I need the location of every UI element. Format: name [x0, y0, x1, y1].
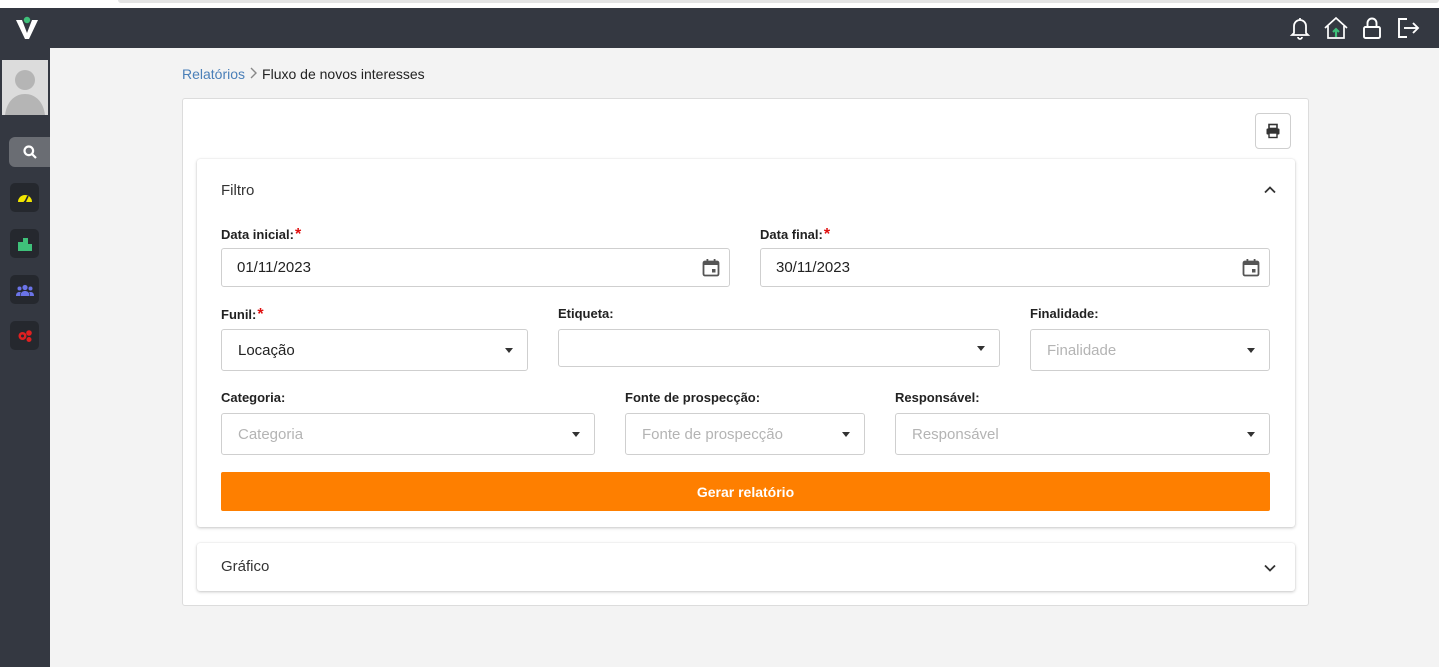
data-inicial-label: Data inicial:*: [221, 226, 302, 243]
funil-label: Funil:*: [221, 306, 264, 323]
logout-icon[interactable]: [1395, 14, 1421, 42]
etiqueta-select[interactable]: [558, 329, 1000, 367]
categoria-label: Categoria:: [221, 390, 286, 405]
settings-gears-icon[interactable]: [10, 321, 39, 350]
calendar-icon[interactable]: [1241, 258, 1261, 278]
filtro-panel: Filtro Data inicial:* 01/11/2023 Data fi…: [197, 159, 1295, 527]
caret-down-icon: [1247, 432, 1255, 437]
sidebar: [0, 48, 50, 667]
responsavel-label: Responsável:: [895, 390, 980, 405]
chevron-right-icon: [249, 66, 258, 82]
caret-down-icon: [505, 348, 513, 353]
chevron-down-icon[interactable]: [1263, 561, 1277, 575]
user-avatar[interactable]: [2, 60, 48, 115]
grafico-panel[interactable]: Gráfico: [197, 543, 1295, 591]
lock-icon[interactable]: [1359, 14, 1385, 42]
browser-top-strip: [0, 0, 1439, 8]
categoria-select[interactable]: Categoria: [221, 413, 595, 455]
report-card: Filtro Data inicial:* 01/11/2023 Data fi…: [182, 98, 1309, 606]
data-final-label: Data final:*: [760, 226, 831, 243]
dashboard-gauge-icon[interactable]: [10, 183, 39, 212]
app-logo[interactable]: [13, 14, 41, 42]
finalidade-label: Finalidade:: [1030, 306, 1099, 321]
etiqueta-label: Etiqueta:: [558, 306, 614, 321]
data-final-input[interactable]: 30/11/2023: [760, 248, 1270, 287]
data-inicial-input[interactable]: 01/11/2023: [221, 248, 730, 287]
caret-down-icon: [572, 432, 580, 437]
fonte-prospeccao-label: Fonte de prospecção:: [625, 390, 761, 405]
users-icon[interactable]: [10, 275, 39, 304]
filtro-panel-title[interactable]: Filtro: [221, 182, 254, 199]
grafico-panel-title[interactable]: Gráfico: [221, 558, 269, 575]
finalidade-select[interactable]: Finalidade: [1030, 329, 1270, 371]
breadcrumb: Relatórios Fluxo de novos interesses: [182, 66, 425, 82]
top-navbar: [0, 8, 1439, 48]
buildings-icon[interactable]: [10, 229, 39, 258]
caret-down-icon: [1247, 348, 1255, 353]
search-icon[interactable]: [9, 137, 50, 167]
breadcrumb-current-page: Fluxo de novos interesses: [262, 66, 425, 82]
gerar-relatorio-button[interactable]: Gerar relatório: [221, 472, 1270, 511]
breadcrumb-link-relatorios[interactable]: Relatórios: [182, 66, 245, 82]
responsavel-select[interactable]: Responsável: [895, 413, 1270, 455]
printer-icon: [1266, 123, 1280, 139]
caret-down-icon: [977, 346, 985, 351]
caret-down-icon: [842, 432, 850, 437]
house-icon[interactable]: [1323, 14, 1349, 42]
fonte-prospeccao-select[interactable]: Fonte de prospecção: [625, 413, 865, 455]
bell-icon[interactable]: [1287, 14, 1313, 42]
funil-select[interactable]: Locação: [221, 329, 528, 371]
print-button[interactable]: [1255, 113, 1291, 149]
calendar-icon[interactable]: [701, 258, 721, 278]
chevron-up-icon[interactable]: [1263, 183, 1277, 197]
